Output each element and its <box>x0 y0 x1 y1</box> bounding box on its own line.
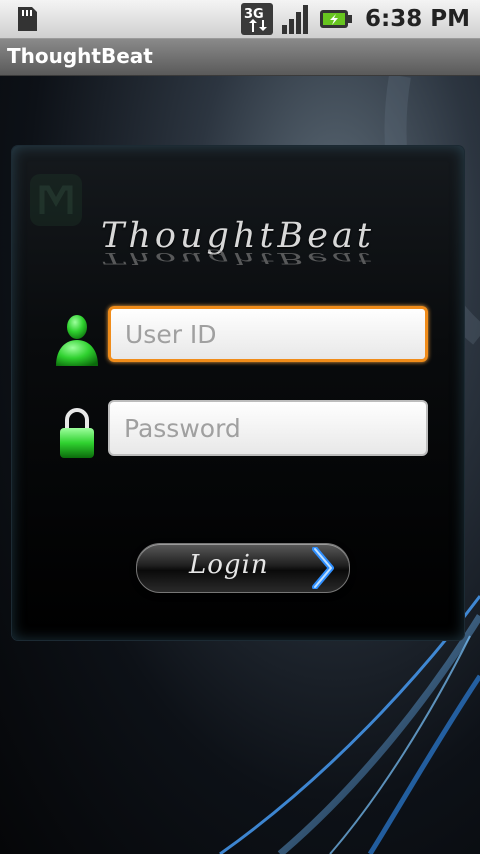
app-title-bar: ThoughtBeat <box>0 39 480 76</box>
svg-text:3G: 3G <box>244 7 264 22</box>
chevron-right-icon <box>312 547 334 589</box>
status-icons: 3G 6:38 PM <box>241 0 470 38</box>
login-button[interactable]: Login <box>136 543 350 593</box>
status-bar: 3G 6:38 PM <box>0 0 480 39</box>
user-icon <box>56 315 98 366</box>
3g-icon: 3G <box>241 3 274 35</box>
battery-charging-icon <box>320 10 353 28</box>
clock: 6:38 PM <box>365 6 470 32</box>
login-panel: ThoughtBeat ThoughtBeat User ID Login <box>12 146 464 640</box>
user-id-row <box>52 306 446 368</box>
lock-icon <box>60 408 94 458</box>
login-button-label: Login <box>189 550 269 580</box>
app-title: ThoughtBeat <box>7 44 153 68</box>
brand-title-reflection: ThoughtBeat <box>101 249 375 267</box>
sd-card-icon <box>18 7 37 31</box>
password-input[interactable] <box>108 400 428 456</box>
password-row <box>52 400 446 462</box>
signal-icon <box>282 5 309 34</box>
user-id-input[interactable] <box>108 306 428 362</box>
